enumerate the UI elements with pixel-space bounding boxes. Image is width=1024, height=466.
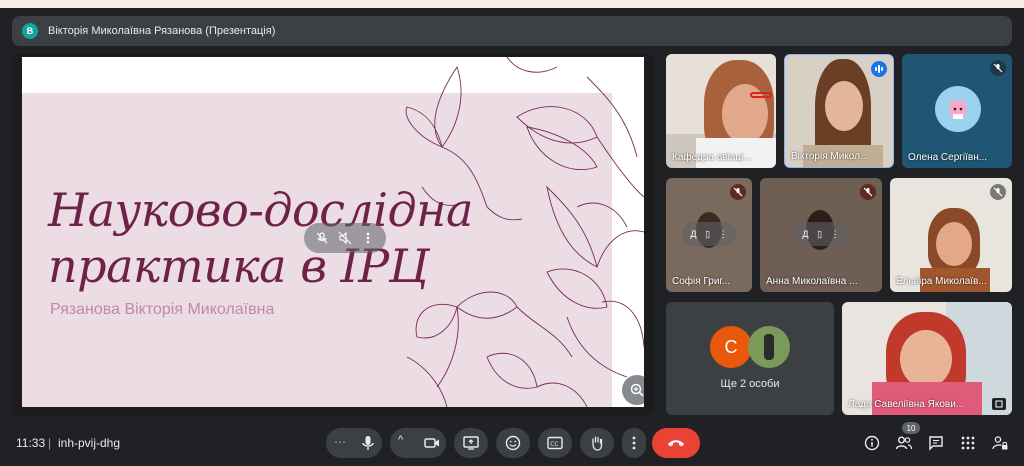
captions-icon: CC xyxy=(547,436,563,450)
zoom-button[interactable] xyxy=(622,375,644,405)
hand-icon xyxy=(592,436,603,451)
activities-button[interactable] xyxy=(955,430,981,456)
camera-icon xyxy=(424,438,439,448)
presentation-header: В Вікторія Миколаївна Рязанова (Презента… xyxy=(12,16,1012,46)
cat-avatar-icon xyxy=(949,98,967,119)
sound-off-icon[interactable] xyxy=(336,229,354,247)
camera-group: ^ xyxy=(390,428,446,458)
others-tile[interactable]: С Ще 2 особи xyxy=(666,302,834,415)
lock-person-icon xyxy=(992,436,1008,450)
participant-name: Ельвіра Миколаїв... xyxy=(896,276,987,287)
mic-off-icon xyxy=(863,187,873,197)
others-avatar: С xyxy=(710,326,752,368)
chevron-up-icon[interactable]: ^ xyxy=(398,434,403,446)
presentation-stage[interactable]: Науково-дослідна практика в ІРЦ Рязанова… xyxy=(12,54,654,415)
microphone-button[interactable] xyxy=(354,428,382,458)
separator: | xyxy=(48,436,52,450)
stage-hover-controls xyxy=(304,223,386,253)
meeting-code: inh-pvij-dhg xyxy=(58,436,121,450)
participant-tile[interactable]: Кафедра авіаці... xyxy=(666,54,776,168)
meeting-info-button[interactable] xyxy=(859,430,885,456)
tile-hover-controls: Д ▯ ⋮ xyxy=(682,222,736,246)
emoji-icon xyxy=(505,435,521,451)
present-screen-icon xyxy=(463,436,479,450)
chat-button[interactable] xyxy=(923,430,949,456)
camera-button[interactable] xyxy=(418,428,446,458)
participant-tile-speaking[interactable]: Вікторія Микол... xyxy=(784,54,894,168)
presenter-avatar: В xyxy=(22,23,38,39)
mic-off-icon[interactable] xyxy=(313,229,331,247)
slide-title-line-1: Науково-дослідна xyxy=(48,183,473,237)
meeting-controls-bar: 11:33 | inh-pvij-dhg ⋯ ^ CC 10 xyxy=(0,420,1024,466)
slide-subtitle: Рязанова Вікторія Миколаївна xyxy=(50,301,275,318)
participant-name: Вікторія Микол... xyxy=(791,151,869,162)
others-label: Ще 2 особи xyxy=(720,378,780,390)
participant-tile[interactable]: Д ▯ ⋮ Анна Миколаївна ... xyxy=(760,178,882,292)
participant-tile[interactable]: Олена Сергіївн... xyxy=(902,54,1012,168)
people-button[interactable] xyxy=(891,430,917,456)
presentation-title: Вікторія Миколаївна Рязанова (Презентаці… xyxy=(48,25,276,37)
participant-name: Кафедра авіаці... xyxy=(672,152,752,163)
end-call-icon xyxy=(668,440,684,447)
browser-top-strip xyxy=(0,0,1024,8)
clock: 11:33 xyxy=(16,436,46,450)
participant-name: Олена Сергіївн... xyxy=(908,152,988,163)
more-audio-icon[interactable]: ⋯ xyxy=(334,435,346,449)
participant-name: Лада Савеліївна Якови... xyxy=(848,399,965,410)
more-vert-icon xyxy=(632,436,636,450)
mic-off-icon xyxy=(993,187,1003,197)
participant-avatar xyxy=(935,86,981,132)
more-options-icon[interactable] xyxy=(359,229,377,247)
apps-grid-icon xyxy=(961,436,975,450)
speaking-indicator xyxy=(871,61,887,77)
info-icon xyxy=(864,435,880,451)
mic-group: ⋯ xyxy=(326,428,382,458)
present-button[interactable] xyxy=(454,428,488,458)
participant-tile[interactable]: Д ▯ ⋮ Софія Григ... xyxy=(666,178,752,292)
participant-tile[interactable]: Ельвіра Миколаїв... xyxy=(890,178,1012,292)
pin-icon[interactable] xyxy=(992,398,1006,410)
participant-name: Анна Миколаївна ... xyxy=(766,276,858,287)
slide-title: Науково-дослідна практика в ІРЦ xyxy=(48,182,518,294)
muted-indicator xyxy=(990,60,1006,76)
others-photo-avatar xyxy=(748,326,790,368)
zoom-in-icon xyxy=(630,383,644,397)
more-options-button[interactable] xyxy=(622,428,646,458)
leave-call-button[interactable] xyxy=(652,428,700,458)
muted-indicator xyxy=(860,184,876,200)
mic-off-icon xyxy=(733,187,743,197)
muted-indicator xyxy=(990,184,1006,200)
mic-off-icon xyxy=(993,63,1003,73)
reactions-button[interactable] xyxy=(496,428,530,458)
muted-indicator xyxy=(730,184,746,200)
tile-hover-controls: Д ▯ ⋮ xyxy=(794,222,848,246)
chat-icon xyxy=(929,436,943,451)
slide-title-line-2: практика в ІРЦ xyxy=(48,239,429,293)
participant-tile[interactable]: Лада Савеліївна Якови... xyxy=(842,302,1012,415)
shared-slide: Науково-дослідна практика в ІРЦ Рязанова… xyxy=(22,57,644,407)
svg-text:CC: CC xyxy=(550,441,558,448)
captions-button[interactable]: CC xyxy=(538,428,572,458)
people-icon xyxy=(895,436,913,450)
participant-name: Софія Григ... xyxy=(672,276,731,287)
host-controls-button[interactable] xyxy=(987,430,1013,456)
raise-hand-button[interactable] xyxy=(580,428,614,458)
microphone-icon xyxy=(362,436,374,450)
